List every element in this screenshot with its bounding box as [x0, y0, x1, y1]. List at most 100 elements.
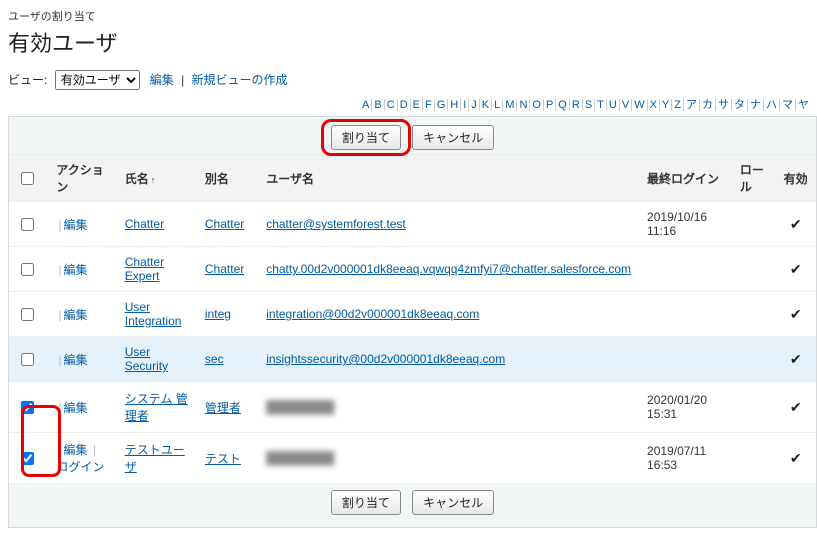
name-link[interactable]: Chatter — [125, 217, 164, 231]
alias-link[interactable]: 管理者 — [205, 401, 241, 415]
breadcrumb: ユーザの割り当て — [8, 8, 817, 24]
alpha-filter-K[interactable]: K — [480, 99, 492, 111]
alias-link[interactable]: integ — [205, 307, 231, 321]
active-cell: ✔ — [776, 433, 816, 484]
edit-link[interactable]: 編集 — [63, 218, 87, 232]
alpha-filter-Q[interactable]: Q — [556, 99, 570, 111]
role-cell — [732, 202, 776, 247]
alpha-filter-G[interactable]: G — [435, 99, 449, 111]
col-active[interactable]: 有効 — [776, 155, 816, 202]
alpha-filter-N[interactable]: N — [517, 99, 530, 111]
alpha-filter-ナ[interactable]: ナ — [748, 99, 764, 111]
name-link[interactable]: User Integration — [125, 300, 182, 328]
alias-link[interactable]: Chatter — [205, 262, 244, 276]
assign-button-bottom[interactable]: 割り当て — [331, 490, 401, 515]
login-link[interactable]: ログイン — [56, 460, 104, 474]
username-link[interactable]: integration@00d2v000001dk8eeaq.com — [266, 307, 479, 321]
alpha-filter-Y[interactable]: Y — [660, 99, 672, 111]
role-cell — [732, 433, 776, 484]
alpha-filter-B[interactable]: B — [372, 99, 384, 111]
active-cell: ✔ — [776, 202, 816, 247]
alpha-filter-O[interactable]: O — [530, 99, 544, 111]
alpha-filter-タ[interactable]: タ — [732, 99, 748, 111]
alpha-filter-E[interactable]: E — [411, 99, 423, 111]
alpha-filter-A[interactable]: A — [360, 99, 372, 111]
cancel-button-bottom[interactable]: キャンセル — [412, 490, 494, 515]
alpha-filter-U[interactable]: U — [607, 99, 620, 111]
name-link[interactable]: システム 管理者 — [125, 392, 188, 423]
check-icon: ✔ — [784, 450, 808, 467]
alpha-filter-ア[interactable]: ア — [684, 99, 700, 111]
active-cell: ✔ — [776, 382, 816, 433]
edit-link[interactable]: 編集 — [63, 443, 87, 457]
alpha-filter-H[interactable]: H — [448, 99, 461, 111]
button-row-bottom: 割り当て キャンセル — [9, 484, 816, 519]
edit-link[interactable]: 編集 — [63, 353, 87, 367]
alpha-filter-bar: ABCDEFGHIJKLMNOPQRSTUVWXYZアカサタナハマヤ — [8, 96, 817, 112]
col-alias[interactable]: 別名 — [197, 155, 258, 202]
new-view-link[interactable]: 新規ビューの作成 — [192, 73, 288, 87]
alpha-filter-マ[interactable]: マ — [780, 99, 796, 111]
col-name[interactable]: 氏名↑ — [117, 155, 197, 202]
select-all-checkbox[interactable] — [21, 172, 34, 185]
username-link[interactable]: insightssecurity@00d2v000001dk8eeaq.com — [266, 352, 505, 366]
row-checkbox[interactable] — [21, 353, 34, 366]
alpha-filter-L[interactable]: L — [492, 99, 503, 111]
alpha-filter-V[interactable]: V — [620, 99, 632, 111]
alpha-filter-T[interactable]: T — [595, 99, 607, 111]
view-select[interactable]: 有効ユーザ — [55, 70, 140, 90]
last-login-cell: 2019/07/11 16:53 — [639, 433, 732, 484]
table-row: |編集 | ログインテストユーザテスト████████2019/07/11 16… — [9, 433, 816, 484]
alpha-filter-F[interactable]: F — [423, 99, 435, 111]
alpha-filter-Z[interactable]: Z — [672, 99, 684, 111]
alias-link[interactable]: Chatter — [205, 217, 244, 231]
last-login-cell — [639, 337, 732, 382]
row-checkbox[interactable] — [21, 452, 34, 465]
edit-view-link[interactable]: 編集 — [150, 73, 174, 87]
edit-link[interactable]: 編集 — [63, 263, 87, 277]
edit-link[interactable]: 編集 — [63, 308, 87, 322]
edit-link[interactable]: 編集 — [63, 401, 87, 415]
cancel-button-top[interactable]: キャンセル — [412, 125, 494, 150]
sort-up-icon: ↑ — [149, 175, 156, 185]
username-link[interactable]: chatty.00d2v000001dk8eeaq.vqwqq4zmfyi7@c… — [266, 262, 631, 276]
page-title: 有効ユーザ — [8, 26, 817, 58]
alpha-filter-カ[interactable]: カ — [700, 99, 716, 111]
alpha-filter-S[interactable]: S — [583, 99, 595, 111]
row-checkbox[interactable] — [21, 401, 34, 414]
alpha-filter-P[interactable]: P — [544, 99, 556, 111]
view-row: ビュー: 有効ユーザ 編集 | 新規ビューの作成 — [8, 70, 817, 90]
alpha-filter-R[interactable]: R — [570, 99, 583, 111]
name-link[interactable]: User Security — [125, 345, 168, 373]
username-link[interactable]: ████████ — [266, 400, 334, 414]
username-link[interactable]: ████████ — [266, 451, 334, 465]
col-username[interactable]: ユーザ名 — [258, 155, 639, 202]
last-login-cell: 2020/01/20 15:31 — [639, 382, 732, 433]
col-lastlogin[interactable]: 最終ログイン — [639, 155, 732, 202]
alpha-filter-サ[interactable]: サ — [716, 99, 732, 111]
alpha-filter-C[interactable]: C — [385, 99, 398, 111]
assign-button-top[interactable]: 割り当て — [331, 125, 401, 150]
name-link[interactable]: Chatter Expert — [125, 255, 164, 283]
active-cell: ✔ — [776, 247, 816, 292]
table-row: |編集User Integrationintegintegration@00d2… — [9, 292, 816, 337]
alias-link[interactable]: テスト — [205, 452, 241, 466]
row-checkbox[interactable] — [21, 308, 34, 321]
username-link[interactable]: chatter@systemforest.test — [266, 217, 406, 231]
check-icon: ✔ — [784, 216, 808, 233]
button-row-top: 割り当て キャンセル — [9, 119, 816, 154]
alpha-filter-J[interactable]: J — [469, 99, 480, 111]
alpha-filter-X[interactable]: X — [648, 99, 660, 111]
row-checkbox[interactable] — [21, 218, 34, 231]
table-row: |編集ChatterChatterchatter@systemforest.te… — [9, 202, 816, 247]
name-link[interactable]: テストユーザ — [125, 443, 185, 474]
col-role[interactable]: ロール — [732, 155, 776, 202]
alpha-filter-W[interactable]: W — [632, 99, 647, 111]
user-table: アクション 氏名↑ 別名 ユーザ名 最終ログイン ロール 有効 |編集Chatt… — [9, 154, 816, 484]
alpha-filter-D[interactable]: D — [398, 99, 411, 111]
alpha-filter-ヤ[interactable]: ヤ — [796, 99, 811, 111]
alpha-filter-ハ[interactable]: ハ — [764, 99, 780, 111]
row-checkbox[interactable] — [21, 263, 34, 276]
alpha-filter-M[interactable]: M — [503, 99, 517, 111]
alias-link[interactable]: sec — [205, 352, 224, 366]
